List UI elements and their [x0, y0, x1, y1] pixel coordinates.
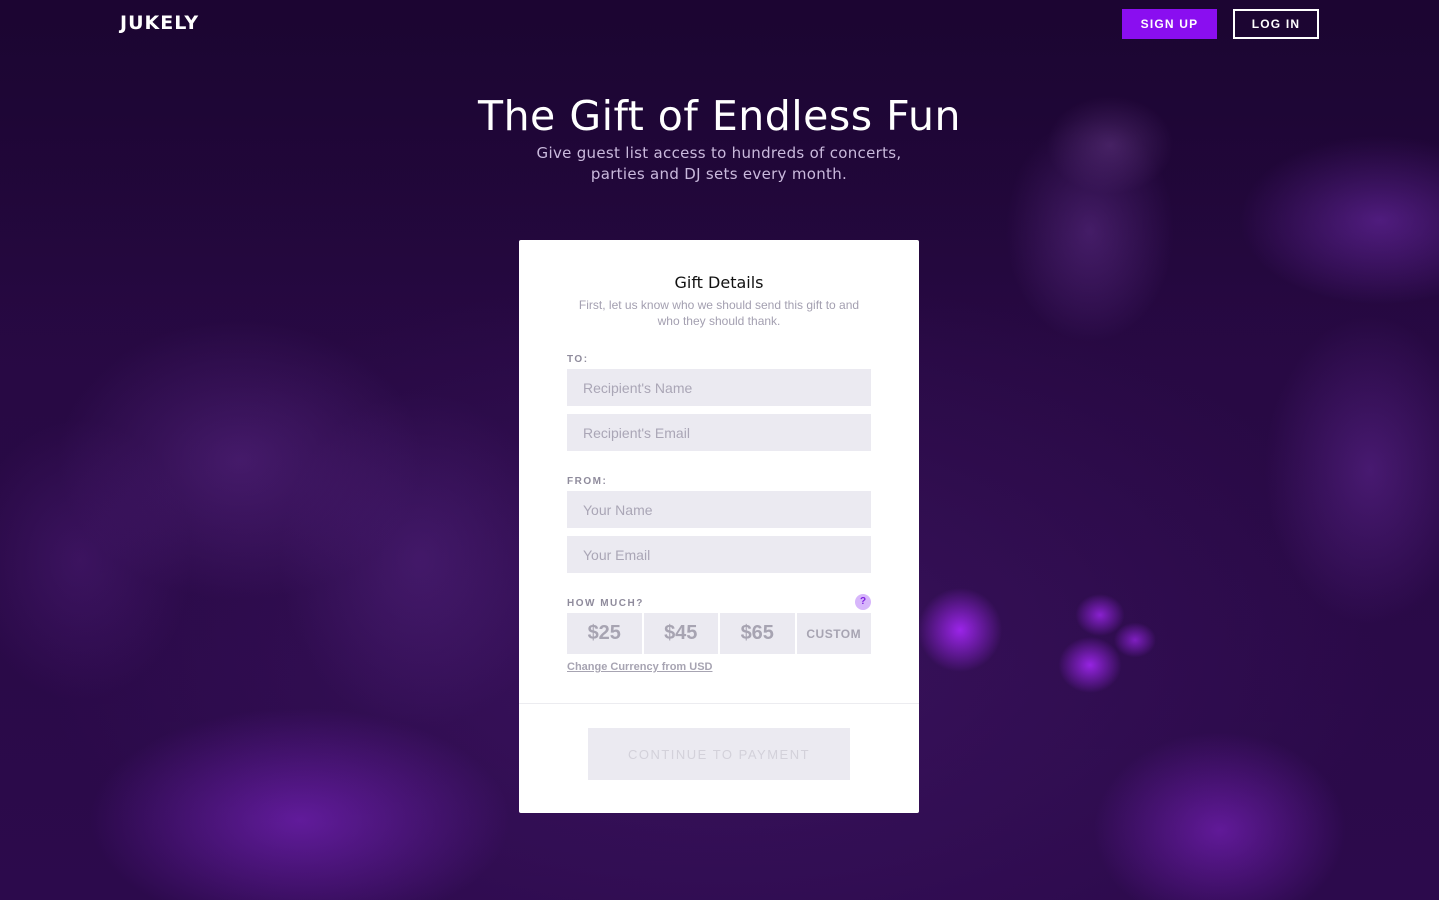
to-label: TO:: [567, 354, 589, 365]
change-currency-link[interactable]: Change Currency from USD: [567, 661, 712, 673]
your-name-input[interactable]: [567, 491, 871, 528]
amount-options: $25 $45 $65 CUSTOM: [567, 613, 871, 654]
amount-label: HOW MUCH?: [567, 598, 644, 609]
from-label: FROM:: [567, 476, 608, 487]
page-subtitle: Give guest list access to hundreds of co…: [519, 143, 919, 185]
description-line-2: who they should thank.: [657, 314, 781, 328]
subtitle-line-2: parties and DJ sets every month.: [590, 165, 848, 183]
recipient-email-input[interactable]: [567, 414, 871, 451]
amount-45-button[interactable]: $45: [643, 613, 718, 654]
sign-up-button[interactable]: SIGN UP: [1122, 9, 1217, 39]
card-description: First, let us know who we should send th…: [567, 297, 871, 329]
continue-to-payment-button[interactable]: CONTINUE TO PAYMENT: [588, 728, 850, 780]
top-nav: JUKELY SIGN UP LOG IN: [0, 0, 1439, 50]
recipient-name-input[interactable]: [567, 369, 871, 406]
description-line-1: First, let us know who we should send th…: [578, 298, 860, 312]
help-icon[interactable]: ?: [855, 594, 871, 610]
your-email-input[interactable]: [567, 536, 871, 573]
amount-65-button[interactable]: $65: [720, 613, 795, 654]
log-in-button[interactable]: LOG IN: [1233, 9, 1319, 39]
amount-25-button[interactable]: $25: [567, 613, 642, 654]
jukely-logo[interactable]: JUKELY: [120, 12, 199, 34]
amount-custom-button[interactable]: CUSTOM: [796, 613, 871, 654]
card-divider: [519, 703, 919, 704]
card-title: Gift Details: [674, 273, 764, 292]
subtitle-line-1: Give guest list access to hundreds of co…: [536, 144, 902, 162]
gift-details-card: Gift Details First, let us know who we s…: [519, 240, 919, 813]
page-title: The Gift of Endless Fun: [478, 92, 961, 140]
